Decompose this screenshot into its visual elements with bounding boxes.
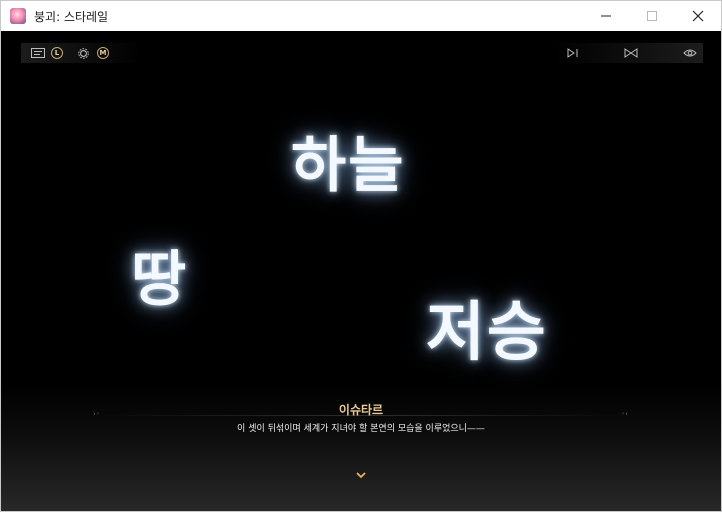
gear-icon[interactable] (78, 47, 89, 59)
close-button[interactable] (675, 1, 721, 31)
hide-ui-icon[interactable] (683, 48, 697, 58)
hud-left-group: L M (21, 43, 141, 63)
minimize-icon (601, 15, 611, 17)
game-viewport[interactable]: L M 하늘 땅 저승 ›◦ ◦‹ 이슈타르 이 셋이 뒤섞이며 세계가 지녀야… (1, 31, 721, 511)
maximize-button[interactable] (629, 1, 675, 31)
maximize-icon (647, 11, 657, 21)
scene-word-earth: 땅 (131, 245, 189, 315)
scene-word-underworld: 저승 (426, 296, 548, 370)
dialog-text: 이 셋이 뒤섞이며 세계가 지녀야 할 본연의 모습을 이루었으니—— (237, 424, 485, 434)
chevron-down-icon[interactable] (1, 469, 721, 482)
minimize-button[interactable] (583, 1, 629, 31)
dialog-log-icon[interactable] (31, 48, 45, 58)
hud-top-bar: L M (1, 43, 721, 63)
window-controls (583, 1, 721, 31)
menu-shortcut-badge: M (97, 47, 109, 59)
auto-play-icon[interactable] (567, 48, 579, 58)
app-icon (10, 8, 26, 24)
title-bar[interactable]: 붕괴: 스타레일 (1, 1, 721, 31)
scene-word-sky: 하늘 (291, 131, 406, 201)
close-icon (692, 10, 704, 22)
speaker-name: 이슈타르 (338, 403, 384, 417)
log-shortcut-badge: L (51, 47, 63, 59)
window-title: 붕괴: 스타레일 (34, 9, 109, 24)
skip-icon[interactable] (624, 48, 638, 58)
dialog-box[interactable]: ›◦ ◦‹ 이슈타르 이 셋이 뒤섞이며 세계가 지녀야 할 본연의 모습을 이… (1, 381, 721, 511)
hud-right-group (553, 43, 703, 63)
game-window: 붕괴: 스타레일 L M 하늘 땅 저승 ›◦ ◦‹ 이슈타르 이 셋이 뒤섞이… (0, 0, 722, 512)
